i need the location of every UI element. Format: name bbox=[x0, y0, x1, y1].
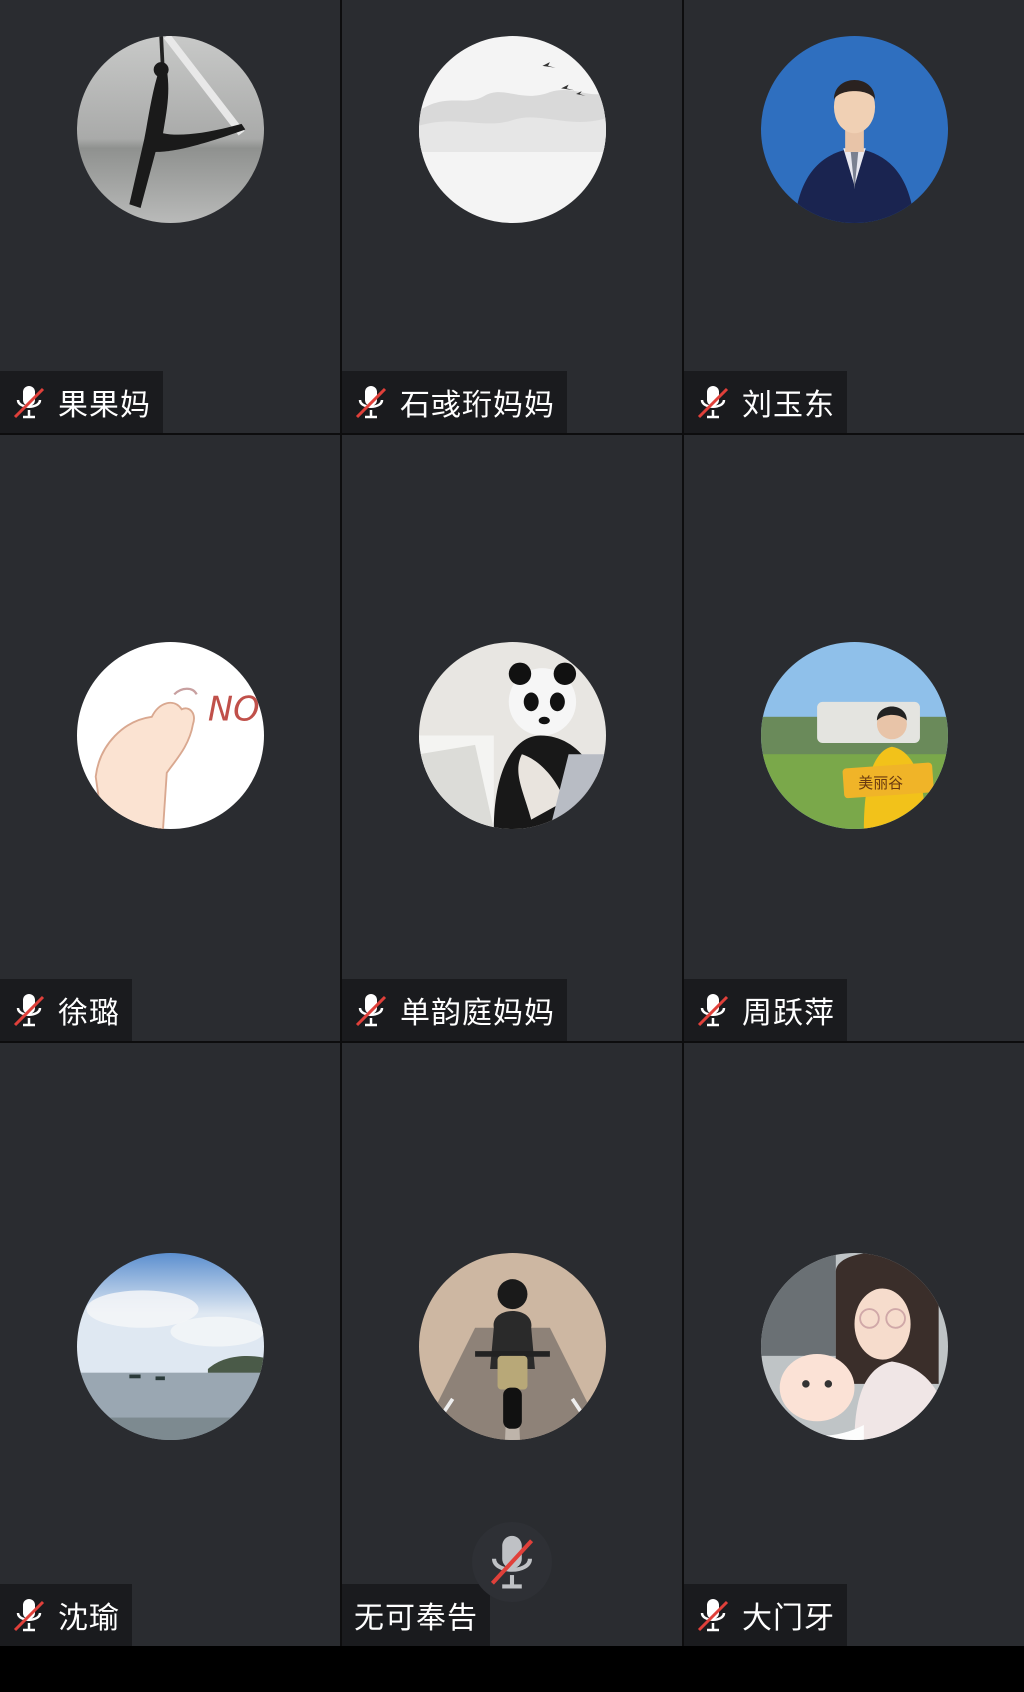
mic-muted-icon bbox=[13, 994, 45, 1027]
participant-name-tag: 徐璐 bbox=[0, 979, 132, 1041]
participant-name-tag: 刘玉东 bbox=[684, 371, 847, 433]
participant-name-tag: 大门牙 bbox=[684, 1584, 847, 1646]
participant-avatar bbox=[761, 1253, 948, 1440]
mic-muted-icon bbox=[697, 386, 729, 419]
participant-avatar: 美丽谷 bbox=[761, 642, 948, 829]
participant-tile[interactable]: 单韵庭妈妈 bbox=[342, 435, 682, 1041]
ink-mountain-birds-avatar bbox=[419, 36, 606, 223]
man-in-suit-avatar bbox=[761, 36, 948, 223]
mic-muted-icon bbox=[697, 1599, 729, 1632]
participant-name-tag: 周跃萍 bbox=[684, 979, 847, 1041]
participant-name: 沈瑜 bbox=[58, 1601, 120, 1636]
participant-name: 刘玉东 bbox=[742, 388, 835, 423]
mic-muted-icon bbox=[13, 386, 45, 419]
participant-name: 无可奉告 bbox=[354, 1601, 478, 1636]
mic-muted-icon bbox=[355, 994, 387, 1027]
participant-name: 徐璐 bbox=[58, 996, 120, 1031]
participant-avatar bbox=[77, 1253, 264, 1440]
participant-name-tag: 果果妈 bbox=[0, 371, 163, 433]
participant-avatar bbox=[419, 642, 606, 829]
mother-baby-avatar bbox=[761, 1253, 948, 1440]
participant-tile[interactable]: 石彧珩妈妈 bbox=[342, 0, 682, 433]
participant-name: 果果妈 bbox=[58, 388, 151, 423]
mic-muted-icon bbox=[355, 386, 387, 419]
participant-name-tag: 单韵庭妈妈 bbox=[342, 979, 567, 1041]
participant-avatar bbox=[419, 1253, 606, 1440]
woman-with-sign-avatar: 美丽谷 bbox=[761, 642, 948, 829]
sea-sky-avatar bbox=[77, 1253, 264, 1440]
participant-name-tag: 沈瑜 bbox=[0, 1584, 132, 1646]
mic-muted-icon bbox=[13, 1599, 45, 1632]
participant-name: 周跃萍 bbox=[742, 996, 835, 1031]
participant-avatar: NO bbox=[77, 642, 264, 829]
participant-tile[interactable]: 美丽谷 周跃萍 bbox=[684, 435, 1024, 1041]
participant-tile[interactable]: NO 徐璐 bbox=[0, 435, 340, 1041]
participant-avatar bbox=[419, 36, 606, 223]
bottom-bar bbox=[0, 1646, 1024, 1692]
participant-name: 单韵庭妈妈 bbox=[400, 996, 555, 1031]
participant-tile[interactable]: 沈瑜 bbox=[0, 1043, 340, 1646]
silhouette-dancer-avatar bbox=[77, 36, 264, 223]
panda-plush-avatar bbox=[419, 642, 606, 829]
participant-name-tag: 石彧珩妈妈 bbox=[342, 371, 567, 433]
participant-tile[interactable]: 刘玉东 bbox=[684, 0, 1024, 433]
mic-muted-icon bbox=[697, 994, 729, 1027]
participant-name-tag: 无可奉告 bbox=[342, 1584, 490, 1646]
participant-tile[interactable]: 大门牙 bbox=[684, 1043, 1024, 1646]
doodle-text: NO bbox=[208, 690, 260, 729]
participant-avatar bbox=[77, 36, 264, 223]
participant-name: 石彧珩妈妈 bbox=[400, 388, 555, 423]
participant-avatar bbox=[761, 36, 948, 223]
participant-grid: 果果妈 石彧珩妈妈 刘玉东 NO 徐璐 单韵庭妈妈 美丽谷 周跃萍 沈瑜 无可奉… bbox=[0, 0, 1024, 1646]
sign-text: 美丽谷 bbox=[858, 774, 903, 792]
hand-no-sticker-avatar: NO bbox=[77, 642, 264, 829]
participant-tile[interactable]: 果果妈 bbox=[0, 0, 340, 433]
motorcycle-rider-avatar bbox=[419, 1253, 606, 1440]
participant-name: 大门牙 bbox=[742, 1601, 835, 1636]
mic-muted-icon bbox=[490, 1535, 534, 1589]
mic-toggle-button[interactable] bbox=[472, 1522, 552, 1602]
